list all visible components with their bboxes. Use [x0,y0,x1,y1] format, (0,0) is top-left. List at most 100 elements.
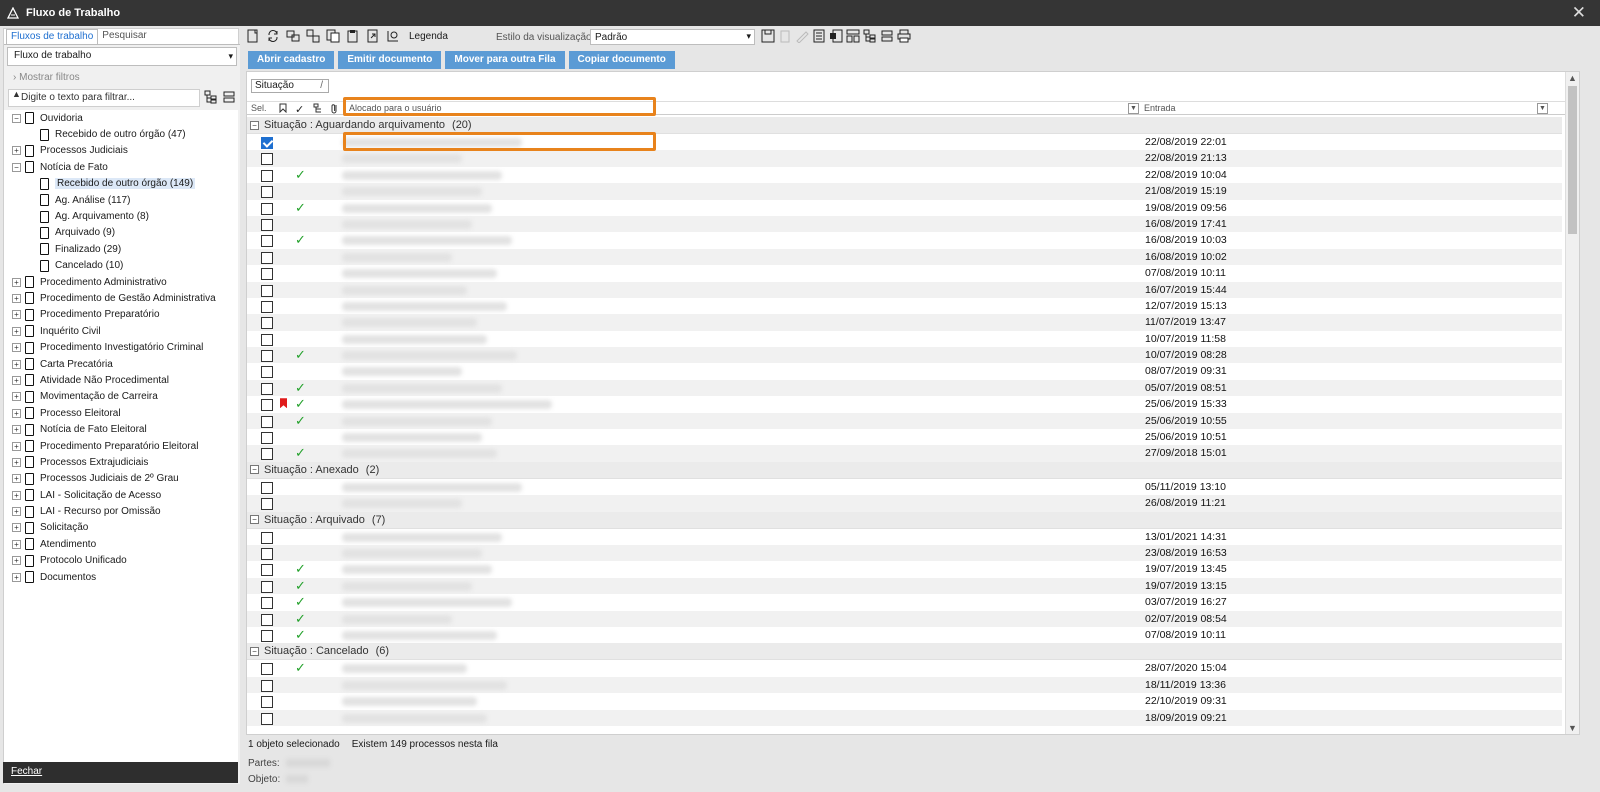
row-select-checkbox[interactable] [261,268,273,281]
tree-item[interactable]: + Atendimento [4,536,238,552]
delete-view-icon[interactable] [778,29,792,43]
group-icon[interactable] [285,28,301,44]
expand-icon[interactable]: + [12,572,21,582]
collapse-icon[interactable]: − [250,120,259,130]
scroll-thumb[interactable] [1568,86,1577,234]
tree-item[interactable]: Ag. Análise (117) [4,192,238,208]
row-select-checkbox[interactable] [261,564,273,577]
table-row[interactable]: ✓ 28/07/2020 15:04 [247,660,1562,676]
col-sel[interactable]: Sel. [251,103,267,113]
row-select-checkbox[interactable] [261,679,273,692]
expand-icon[interactable]: + [12,539,21,549]
group-header[interactable]: − Situação : Cancelado (6) [247,643,1562,661]
collapse-icon[interactable]: − [250,646,259,656]
expand-icon[interactable]: + [12,425,21,435]
expand-icon[interactable]: + [12,507,21,517]
tree-item[interactable]: + Processos Judiciais [4,143,238,159]
row-select-checkbox[interactable] [261,235,273,248]
row-select-checkbox[interactable] [261,202,273,215]
row-select-checkbox[interactable] [261,696,273,709]
hierarchy-col-icon[interactable] [313,103,325,116]
tree-item[interactable]: + Carta Precatória [4,356,238,372]
workflow-select[interactable]: Fluxo de trabalho ▾ [7,47,237,66]
row-select-checkbox[interactable] [261,498,273,511]
scroll-down-icon[interactable]: ▼ [1568,723,1577,733]
row-select-checkbox[interactable] [261,300,273,313]
tree-item[interactable]: Cancelado (10) [4,258,238,274]
tab-workflows[interactable]: Fluxos de trabalho [6,29,99,44]
group-header[interactable]: − Situação : Arquivado (7) [247,511,1562,529]
table-row[interactable]: 18/11/2019 13:36 [247,676,1562,694]
expand-icon[interactable]: + [12,392,21,402]
row-select-checkbox[interactable] [261,531,273,544]
row-select-checkbox[interactable] [261,415,273,428]
expand-icon[interactable]: + [12,277,21,287]
list-collapse-icon[interactable] [880,29,894,43]
show-filters-link[interactable]: › Mostrar filtros [13,72,80,83]
row-select-checkbox[interactable] [261,712,273,725]
col-allocated-filter-icon[interactable]: ▼ [1128,103,1139,114]
table-row[interactable]: 25/06/2019 10:51 [247,429,1562,445]
edit-view-icon[interactable] [795,29,809,43]
tree-item[interactable]: + Processos Extrajudiciais [4,454,238,470]
table-row[interactable]: ✓ 02/07/2019 08:54 [247,610,1562,627]
group-by-chip[interactable]: Situação / [251,79,329,93]
table-row[interactable]: ✓ 19/07/2019 13:15 [247,577,1562,595]
table-row[interactable]: 05/11/2019 13:10 [247,479,1562,495]
table-row[interactable]: ✓ 27/09/2018 15:01 [247,445,1562,462]
table-row[interactable]: 21/08/2019 15:19 [247,183,1562,200]
expand-icon[interactable]: + [12,523,21,533]
tree-item[interactable]: + Processos Judiciais de 2º Grau [4,471,238,487]
tree-item[interactable]: + Processo Eleitoral [4,405,238,421]
row-select-checkbox[interactable] [261,333,273,346]
expand-icon[interactable]: + [12,293,21,303]
tree-item[interactable]: + Procedimento Administrativo [4,274,238,290]
collapse-icon[interactable]: − [12,113,21,123]
table-row[interactable]: 08/07/2019 09:31 [247,363,1562,379]
tree-item[interactable]: Ag. Arquivamento (8) [4,208,238,224]
tree-item[interactable]: + Inquérito Civil [4,323,238,339]
collapse-icon[interactable]: − [12,162,21,172]
table-row[interactable]: ✓ 19/08/2019 09:56 [247,200,1562,216]
row-select-checkbox[interactable] [261,366,273,379]
list-collapse-icon[interactable] [222,90,236,104]
row-select-checkbox[interactable] [261,153,273,166]
tree-item[interactable]: + Solicitação [4,520,238,536]
table-row[interactable]: ✓ 19/07/2019 13:45 [247,561,1562,577]
row-select-checkbox[interactable] [261,597,273,610]
row-select-checkbox[interactable] [261,317,273,330]
print-icon[interactable] [897,29,911,43]
row-select-checkbox[interactable] [261,448,273,461]
tree-expand-icon[interactable] [863,29,877,43]
row-select-checkbox[interactable] [261,613,273,626]
tree-item[interactable]: − Notícia de Fato [4,159,238,175]
tree-item[interactable]: + Protocolo Unificado [4,553,238,569]
close-button[interactable]: Fechar [3,762,238,783]
col-entry-filter-icon[interactable]: ▼ [1537,103,1548,114]
expand-icon[interactable]: + [12,326,21,336]
table-row[interactable]: ✓ 03/07/2019 16:27 [247,594,1562,610]
table-row[interactable]: 13/01/2021 14:31 [247,529,1562,545]
table-row[interactable]: 18/09/2019 09:21 [247,709,1562,726]
expand-icon[interactable]: + [12,146,21,156]
tree-item[interactable]: Finalizado (29) [4,241,238,257]
group-header[interactable]: − Situação : Anexado (2) [247,461,1562,479]
col-entry[interactable]: Entrada [1144,103,1176,113]
export-icon[interactable] [365,28,381,44]
copy-document-button[interactable]: Copiar documento [568,51,675,69]
table-row[interactable]: 16/08/2019 10:02 [247,248,1562,266]
tree-expand-icon[interactable] [204,90,218,104]
collapse-icon[interactable]: − [250,465,259,475]
table-row[interactable]: 07/08/2019 10:11 [247,265,1562,281]
check-col-icon[interactable]: ✓ [295,103,304,116]
table-row[interactable]: ✓ 07/08/2019 10:11 [247,627,1562,643]
expand-icon[interactable]: + [12,359,21,369]
bookmark-col-icon[interactable] [279,103,287,115]
table-row[interactable]: 16/07/2019 15:44 [247,281,1562,298]
expand-icon[interactable]: + [12,408,21,418]
row-select-checkbox[interactable] [261,481,273,494]
table-row[interactable]: 22/10/2019 09:31 [247,693,1562,709]
vertical-scrollbar[interactable]: ▲ ▼ [1565,72,1579,734]
collapse-icon[interactable]: − [250,515,259,525]
row-select-checkbox[interactable] [261,350,273,363]
